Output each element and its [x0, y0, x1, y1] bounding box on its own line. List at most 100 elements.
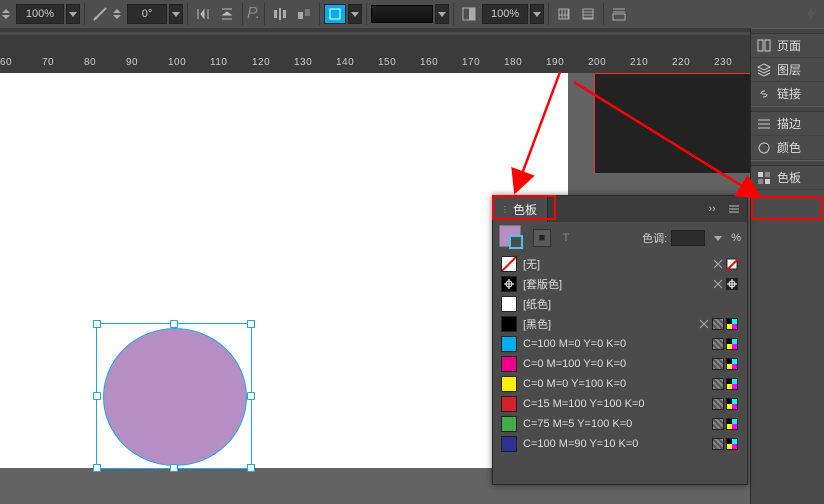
ruler-tick: 120 [252, 57, 294, 68]
right-dock: 页面 图层 链接 描边 颜色 色板 [750, 28, 824, 504]
zoom-input[interactable]: 100% [16, 4, 64, 24]
dock-item-layers[interactable]: 图层 [751, 58, 824, 82]
dock-label: 描边 [777, 115, 801, 132]
swatch-label: [套版色] [523, 276, 705, 292]
dock-item-stroke[interactable]: 描边 [751, 112, 824, 136]
container-formatting-button[interactable]: ■ [533, 229, 551, 247]
swatch-chip-none [501, 256, 517, 272]
panel-collapse-icon[interactable]: ›› [703, 200, 721, 218]
dock-item-swatches[interactable]: 色板 [751, 166, 824, 190]
text-mode-icon: T [563, 232, 570, 244]
swatch-row[interactable]: C=75 M=5 Y=100 K=0 [499, 414, 741, 434]
none-indicator-icon [725, 257, 739, 271]
rotation-stepper[interactable] [113, 4, 125, 24]
swatches-panel[interactable]: ⋮ 色板 ›› ■ T 色调: % [无] [492, 195, 748, 485]
tint-dropdown[interactable] [709, 229, 727, 247]
handle-n[interactable] [170, 320, 178, 328]
ruler-tick: 100 [168, 57, 210, 68]
fill-stroke-proxy[interactable] [499, 225, 527, 251]
distribute-h-icon[interactable] [269, 4, 291, 24]
handle-nw[interactable] [93, 320, 101, 328]
opacity-input[interactable]: 100% [482, 4, 528, 24]
tab-grip-icon: ⋮ [501, 205, 509, 214]
options-bar: 100% 0° P. 100% [0, 0, 824, 28]
handle-ne[interactable] [247, 320, 255, 328]
ruler-tick: 130 [294, 57, 336, 68]
stroke-proxy[interactable] [509, 235, 523, 249]
ruler-tick: 190 [546, 57, 588, 68]
dock-item-color[interactable]: 颜色 [751, 136, 824, 160]
handle-se[interactable] [247, 464, 255, 472]
swatch-row-black[interactable]: [黑色] [499, 314, 741, 334]
flip-vertical-icon[interactable] [216, 4, 238, 24]
swatch-chip [501, 356, 517, 372]
ruler-tick: 220 [672, 57, 714, 68]
horizontal-ruler: 60 70 80 90 100 110 120 130 140 150 160 … [0, 35, 750, 73]
swatch-row[interactable]: C=0 M=0 Y=100 K=0 [499, 374, 741, 394]
handle-e[interactable] [247, 392, 255, 400]
process-icon [711, 437, 725, 451]
swatch-row-paper[interactable]: [纸色] [499, 294, 741, 314]
handle-s[interactable] [170, 464, 178, 472]
frame-fit-icon[interactable] [324, 4, 346, 24]
process-icon [711, 317, 725, 331]
page-white[interactable] [0, 73, 568, 468]
dock-label: 页面 [777, 37, 801, 54]
swatch-chip [501, 276, 517, 292]
ruler-tick: 80 [84, 57, 126, 68]
color-icon [757, 141, 771, 155]
swatch-row-registration[interactable]: [套版色] [499, 274, 741, 294]
process-icon [711, 337, 725, 351]
swatch-row-none[interactable]: [无] [499, 254, 741, 274]
ruler-tick: 60 [0, 57, 42, 68]
dock-label: 色板 [777, 169, 801, 186]
effects-icon-1[interactable] [553, 4, 575, 24]
tilt-icon[interactable] [89, 4, 111, 24]
tab-strip [0, 28, 824, 32]
paragraph-icon[interactable]: P. [247, 5, 260, 23]
flip-horizontal-icon[interactable] [192, 4, 214, 24]
panel-menu-icon[interactable] [725, 200, 743, 218]
tint-input[interactable] [671, 230, 705, 246]
swatch-label: C=15 M=100 Y=100 K=0 [523, 398, 705, 410]
dock-label: 颜色 [777, 139, 801, 156]
frame-fit-dropdown[interactable] [348, 4, 362, 24]
effects-icon-2[interactable] [577, 4, 599, 24]
text-wrap-icon[interactable] [608, 4, 630, 24]
dock-item-links[interactable]: 链接 [751, 82, 824, 106]
handle-sw[interactable] [93, 464, 101, 472]
lightning-icon[interactable] [800, 4, 822, 24]
tint-unit: % [731, 232, 741, 244]
swatch-row[interactable]: C=100 M=0 Y=0 K=0 [499, 334, 741, 354]
text-formatting-button[interactable]: T [557, 229, 575, 247]
opacity-icon [458, 4, 480, 24]
dock-item-pages[interactable]: 页面 [751, 34, 824, 58]
swatch-row[interactable]: C=15 M=100 Y=100 K=0 [499, 394, 741, 414]
rotation-dropdown[interactable] [169, 4, 183, 24]
ruler-tick: 90 [126, 57, 168, 68]
opacity-dropdown[interactable] [530, 4, 544, 24]
process-icon [711, 417, 725, 431]
swatches-icon [757, 171, 771, 185]
ellipse-object[interactable] [103, 328, 247, 466]
swatch-label: C=0 M=0 Y=100 K=0 [523, 378, 705, 390]
swatch-row[interactable]: C=0 M=100 Y=0 K=0 [499, 354, 741, 374]
fill-swatch[interactable] [371, 5, 433, 23]
zoom-stepper[interactable] [2, 4, 14, 24]
cmyk-icon [725, 417, 739, 431]
page-spread-right[interactable] [594, 73, 754, 173]
panel-tabbar[interactable]: ⋮ 色板 ›› [493, 196, 747, 222]
swatch-chip [501, 316, 517, 332]
selection-box[interactable] [96, 323, 252, 469]
ruler-tick: 70 [42, 57, 84, 68]
zoom-dropdown[interactable] [66, 4, 80, 24]
arrange-icon[interactable] [293, 4, 315, 24]
ruler-tick: 110 [210, 57, 252, 68]
panel-tab-swatches[interactable]: ⋮ 色板 [493, 196, 548, 222]
rotation-input[interactable]: 0° [127, 4, 167, 24]
fill-dropdown[interactable] [435, 4, 449, 24]
panel-body: ■ T 色调: % [无] [套版色] [493, 222, 747, 458]
handle-w[interactable] [93, 392, 101, 400]
swatch-row[interactable]: C=100 M=90 Y=10 K=0 [499, 434, 741, 454]
pages-icon [757, 39, 771, 53]
